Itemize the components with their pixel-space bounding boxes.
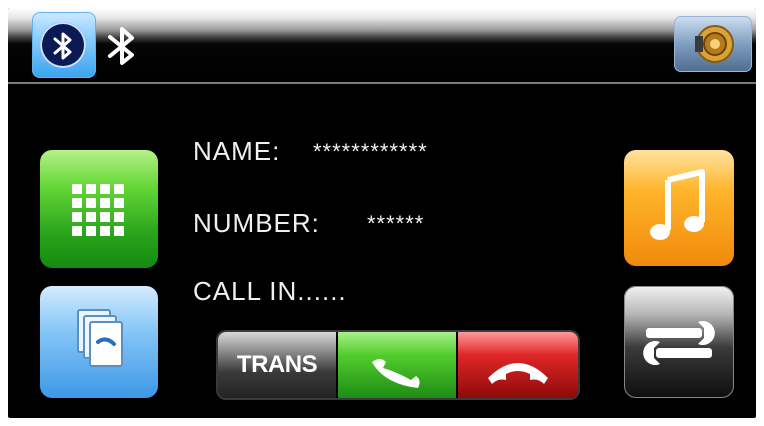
- caller-name-row: NAME: ************: [193, 136, 427, 167]
- call-status: CALL IN......: [193, 276, 347, 306]
- keypad-button[interactable]: [40, 150, 158, 268]
- answer-button[interactable]: [338, 332, 456, 398]
- caller-number-label: NUMBER:: [193, 208, 320, 238]
- bluetooth-status-icon: [108, 27, 134, 65]
- caller-number-row: NUMBER: ******: [193, 208, 423, 239]
- top-bar-divider: [8, 82, 756, 84]
- bluetooth-button[interactable]: [32, 12, 96, 78]
- answer-call-icon: [372, 359, 420, 388]
- bluetooth-glyph: [53, 32, 72, 60]
- speaker-icon: [695, 25, 734, 63]
- caller-number-value: ******: [367, 211, 425, 236]
- caller-name-value: ************: [313, 139, 428, 164]
- contacts-button[interactable]: [40, 286, 158, 398]
- trans-button[interactable]: TRANS: [218, 332, 336, 398]
- contacts-icon: [77, 309, 123, 367]
- reject-button[interactable]: [458, 332, 578, 398]
- settings-button[interactable]: [624, 286, 734, 398]
- speaker-button[interactable]: [674, 16, 752, 72]
- caller-name-label: NAME:: [193, 136, 281, 166]
- music-button[interactable]: [624, 150, 734, 266]
- keypad-icon: [72, 184, 124, 236]
- call-control-bar: TRANS: [218, 332, 578, 398]
- wrench-settings-icon: [643, 321, 715, 365]
- end-call-icon: [488, 363, 548, 384]
- top-bar: [8, 8, 756, 80]
- music-note-icon: [650, 169, 705, 240]
- phone-call-screen: NAME: ************ NUMBER: ****** CALL I…: [8, 8, 756, 418]
